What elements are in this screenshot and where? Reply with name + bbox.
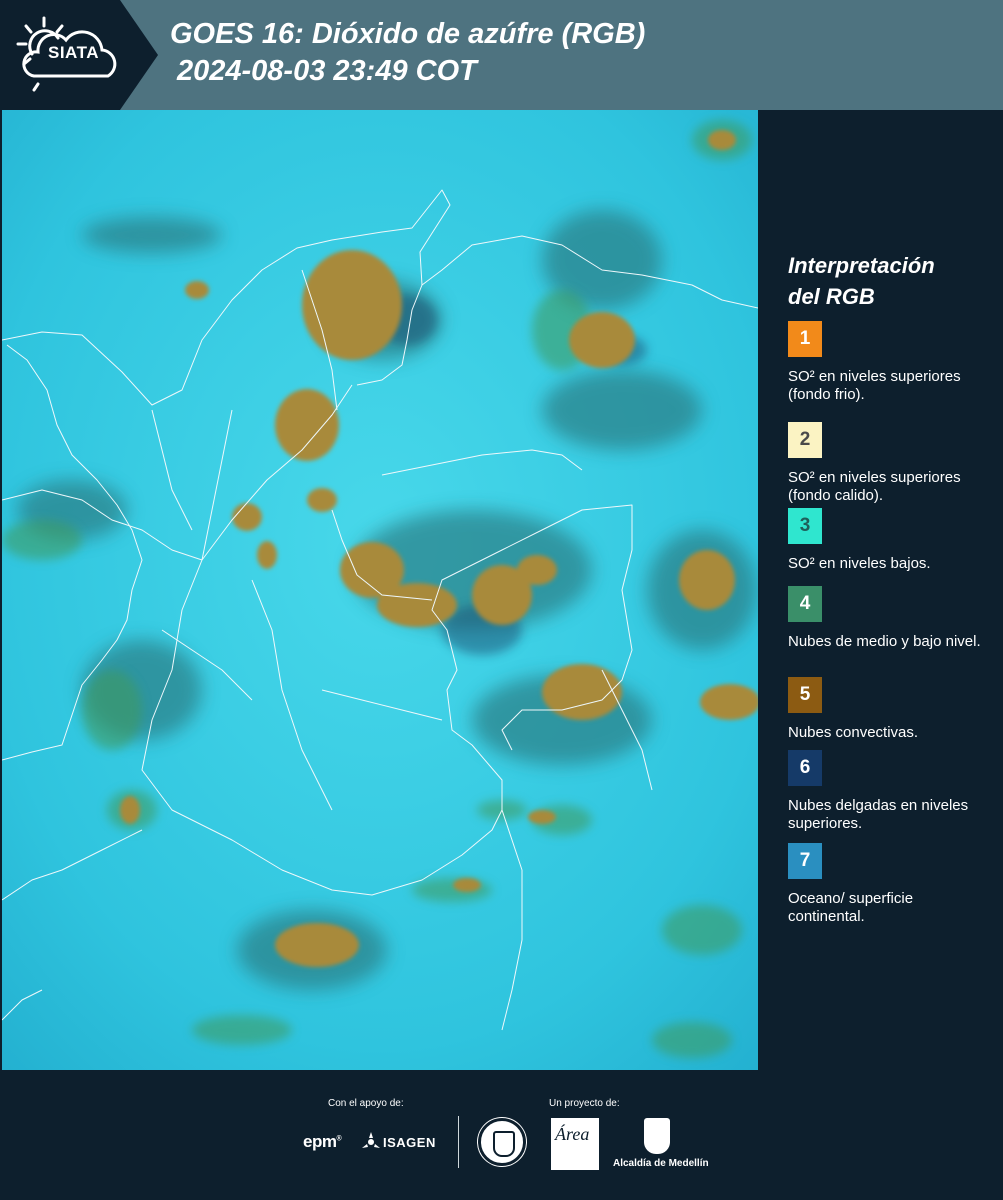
- title-product: GOES 16: Dióxido de azúfre (RGB): [170, 18, 646, 50]
- legend-item: 5 Nubes convectivas.: [788, 677, 988, 742]
- legend-swatch: 4: [788, 586, 822, 622]
- alcaldia-logo-text: Alcaldía de Medellín: [613, 1158, 709, 1169]
- legend-item: 7 Oceano/ superficie continental.: [788, 843, 988, 926]
- legend-item: 6 Nubes delgadas en niveles superiores.: [788, 750, 988, 833]
- logo-text: SIATA: [48, 43, 99, 62]
- legend-swatch: 7: [788, 843, 822, 879]
- legend-description: SO² en niveles superiores (fondo frio).: [788, 368, 961, 403]
- legend-swatch: 6: [788, 750, 822, 786]
- legend-swatch: 3: [788, 508, 822, 544]
- header-bar: SIATA GOES 16: Dióxido de azúfre (RGB) 2…: [0, 0, 1003, 110]
- legend-swatch: 2: [788, 422, 822, 458]
- legend-panel: Interpretación del RGB 1 SO² en niveles s…: [760, 110, 1003, 1070]
- siata-logo: SIATA: [0, 0, 158, 110]
- satellite-map: [2, 110, 758, 1070]
- legend-swatch: 5: [788, 677, 822, 713]
- isagen-logo: ISAGEN: [383, 1135, 436, 1150]
- legend-item: 3 SO² en niveles bajos.: [788, 508, 988, 573]
- epm-logo: epm®: [303, 1132, 342, 1151]
- project-label: Un proyecto de:: [549, 1098, 620, 1109]
- legend-description: Nubes convectivas.: [788, 724, 919, 741]
- legend-item: 1 SO² en niveles superiores (fondo frio).: [788, 321, 988, 404]
- page-title: GOES 16: Dióxido de azúfre (RGB) 2024-08…: [170, 16, 645, 90]
- legend-title: Interpretación del RGB: [788, 253, 935, 309]
- satellite-image: [2, 110, 758, 1070]
- alcaldia-crest-icon: [644, 1118, 670, 1154]
- area-metropolitana-logo: Área: [551, 1118, 599, 1170]
- isagen-icon: [362, 1132, 380, 1148]
- legend-description: SO² en niveles bajos.: [788, 555, 931, 572]
- legend-description: SO² en niveles superiores (fondo calido)…: [788, 469, 961, 504]
- legend-item: 2 SO² en niveles superiores (fondo calido…: [788, 422, 988, 505]
- title-timestamp: 2024-08-03 23:49 COT: [177, 55, 477, 87]
- legend-description: Oceano/ superficie continental.: [788, 890, 914, 925]
- legend-description: Nubes de medio y bajo nivel.: [788, 633, 981, 650]
- footer: Con el apoyo de: Un proyecto de: epm® IS…: [0, 1070, 1003, 1200]
- footer-divider: [458, 1116, 459, 1168]
- legend-item: 4 Nubes de medio y bajo nivel.: [788, 586, 988, 651]
- medellin-university-seal: [478, 1118, 526, 1166]
- legend-swatch: 1: [788, 321, 822, 357]
- legend-description: Nubes delgadas en niveles superiores.: [788, 797, 969, 832]
- support-label: Con el apoyo de:: [328, 1098, 404, 1109]
